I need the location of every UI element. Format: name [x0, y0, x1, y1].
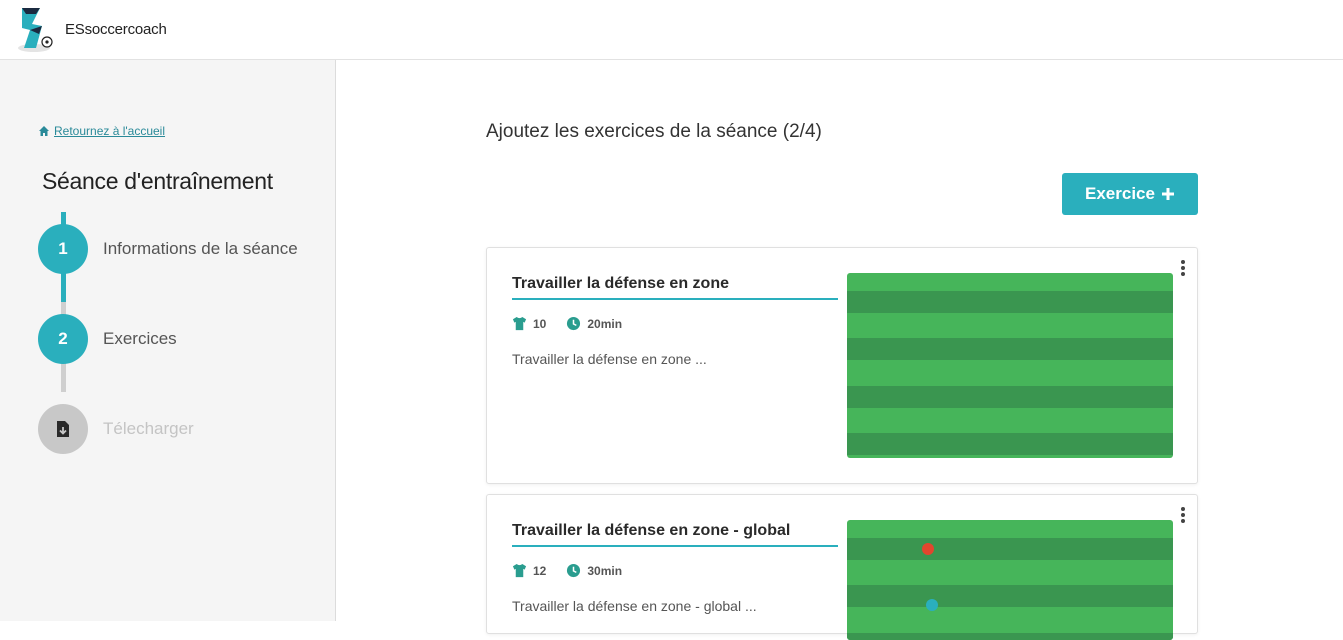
field-stripe	[847, 338, 1173, 360]
exercise-card[interactable]: Travailler la défense en zone - global 1…	[486, 494, 1198, 640]
player-marker-blue	[926, 599, 938, 611]
step-3-label: Télecharger	[103, 419, 194, 438]
add-exercise-label: Exercice	[1085, 184, 1155, 203]
duration: 20min	[587, 316, 623, 331]
exercise-description: Travailler la défense en zone - global .…	[512, 598, 757, 614]
field-stripe	[847, 585, 1173, 607]
step-3-circle	[38, 404, 88, 454]
exercise-meta: 10 20min	[512, 316, 622, 331]
more-options-icon[interactable]	[1179, 259, 1187, 277]
page-title: Ajoutez les exercices de la séance (2/4)	[486, 121, 822, 142]
exercise-meta: 12 30min	[512, 563, 622, 578]
field-stripe	[847, 386, 1173, 408]
players-count: 12	[533, 563, 547, 578]
player-marker-red	[922, 543, 934, 555]
download-file-icon	[57, 421, 69, 437]
more-options-icon[interactable]	[1179, 506, 1187, 524]
field-stripe	[847, 291, 1173, 313]
shirt-icon	[512, 563, 527, 578]
clock-icon	[567, 563, 581, 578]
top-header: ESsoccercoach	[0, 0, 1343, 60]
field-stripe	[847, 433, 1173, 455]
exercise-title[interactable]: Travailler la défense en zone	[512, 275, 838, 300]
soccer-coach-logo-icon[interactable]	[18, 4, 58, 54]
exercise-title[interactable]: Travailler la défense en zone - global	[512, 522, 838, 547]
step-2-circle[interactable]: 2	[38, 314, 88, 364]
home-icon	[39, 126, 49, 136]
sidebar-title: Séance d'entraînement	[42, 168, 273, 194]
back-home-link[interactable]: Retournez à l'accueil	[38, 124, 165, 138]
add-exercise-button[interactable]: Exercice	[1062, 173, 1198, 215]
field-stripe	[847, 633, 1173, 640]
shirt-icon	[512, 316, 527, 331]
soccer-field-thumbnail[interactable]	[847, 520, 1173, 640]
clock-icon	[567, 316, 581, 331]
back-home-label: Retournez à l'accueil	[54, 124, 166, 138]
exercise-card[interactable]: Travailler la défense en zone 10 20min T…	[486, 247, 1198, 484]
step-2-label[interactable]: Exercices	[103, 329, 177, 349]
soccer-field-thumbnail[interactable]	[847, 273, 1173, 458]
step-1-number: 1	[58, 239, 68, 258]
exercise-description: Travailler la défense en zone ...	[512, 351, 707, 367]
field-stripe	[847, 538, 1173, 560]
duration: 30min	[587, 563, 623, 578]
step-2-number: 2	[58, 329, 68, 348]
brand-name: ESsoccercoach	[65, 21, 167, 38]
step-1-circle[interactable]: 1	[38, 224, 88, 274]
plus-icon	[1161, 188, 1174, 200]
step-1-label[interactable]: Informations de la séance	[103, 239, 298, 259]
players-count: 10	[533, 316, 547, 331]
